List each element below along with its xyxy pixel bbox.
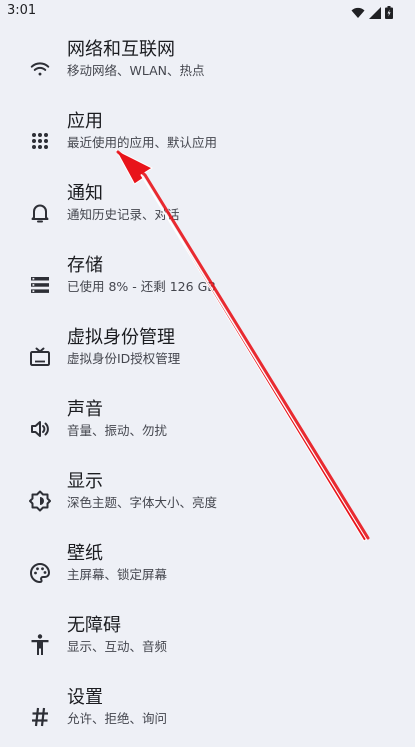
- settings-item-sound[interactable]: 声音 音量、振动、勿扰: [0, 399, 415, 459]
- item-title: 声音: [67, 399, 103, 420]
- item-title: 应用: [67, 111, 103, 132]
- item-subtitle: 已使用 8% - 还剩 126 GB: [67, 279, 216, 294]
- palette-icon: [28, 561, 52, 585]
- wifi-icon: [351, 4, 365, 23]
- item-subtitle: 虚拟身份ID授权管理: [67, 351, 181, 366]
- wifi-icon: [28, 57, 52, 81]
- item-subtitle: 深色主题、字体大小、亮度: [67, 495, 218, 510]
- item-title: 壁纸: [67, 543, 103, 564]
- speaker-icon: [28, 417, 52, 441]
- item-subtitle: 通知历史记录、对话: [67, 207, 180, 222]
- item-title: 存储: [67, 255, 103, 276]
- item-subtitle: 最近使用的应用、默认应用: [67, 135, 218, 150]
- item-subtitle: 音量、振动、勿扰: [67, 423, 168, 438]
- item-title: 通知: [67, 183, 103, 204]
- item-title: 设置: [67, 687, 103, 708]
- bell-icon: [28, 201, 52, 225]
- status-icons: [351, 4, 393, 23]
- settings-item-settings[interactable]: 设置 允许、拒绝、询问: [0, 687, 415, 747]
- tv-icon: [28, 345, 52, 369]
- hash-icon: [28, 705, 52, 729]
- status-bar: 3:01: [0, 0, 415, 24]
- item-title: 虚拟身份管理: [67, 327, 175, 348]
- item-title: 网络和互联网: [67, 39, 175, 60]
- settings-item-display[interactable]: 显示 深色主题、字体大小、亮度: [0, 471, 415, 531]
- settings-item-wallpaper[interactable]: 壁纸 主屏幕、锁定屏幕: [0, 543, 415, 603]
- brightness-icon: [28, 489, 52, 513]
- settings-item-apps[interactable]: 应用 最近使用的应用、默认应用: [0, 111, 415, 171]
- settings-item-network[interactable]: 网络和互联网 移动网络、WLAN、热点: [0, 39, 415, 99]
- settings-item-storage[interactable]: 存储 已使用 8% - 还剩 126 GB: [0, 255, 415, 315]
- item-subtitle: 主屏幕、锁定屏幕: [67, 567, 168, 582]
- item-subtitle: 允许、拒绝、询问: [67, 711, 168, 726]
- settings-item-accessibility[interactable]: 无障碍 显示、互动、音频: [0, 615, 415, 675]
- item-subtitle: 显示、互动、音频: [67, 639, 168, 654]
- storage-icon: [28, 273, 52, 297]
- battery-icon: [385, 4, 393, 23]
- item-title: 显示: [67, 471, 103, 492]
- settings-item-notifications[interactable]: 通知 通知历史记录、对话: [0, 183, 415, 243]
- item-subtitle: 移动网络、WLAN、热点: [67, 63, 205, 78]
- status-time: 3:01: [7, 3, 37, 18]
- settings-item-virtual-identity[interactable]: 虚拟身份管理 虚拟身份ID授权管理: [0, 327, 415, 387]
- item-title: 无障碍: [67, 615, 121, 636]
- accessibility-icon: [28, 633, 52, 657]
- signal-icon: [369, 4, 381, 23]
- apps-grid-icon: [28, 129, 52, 153]
